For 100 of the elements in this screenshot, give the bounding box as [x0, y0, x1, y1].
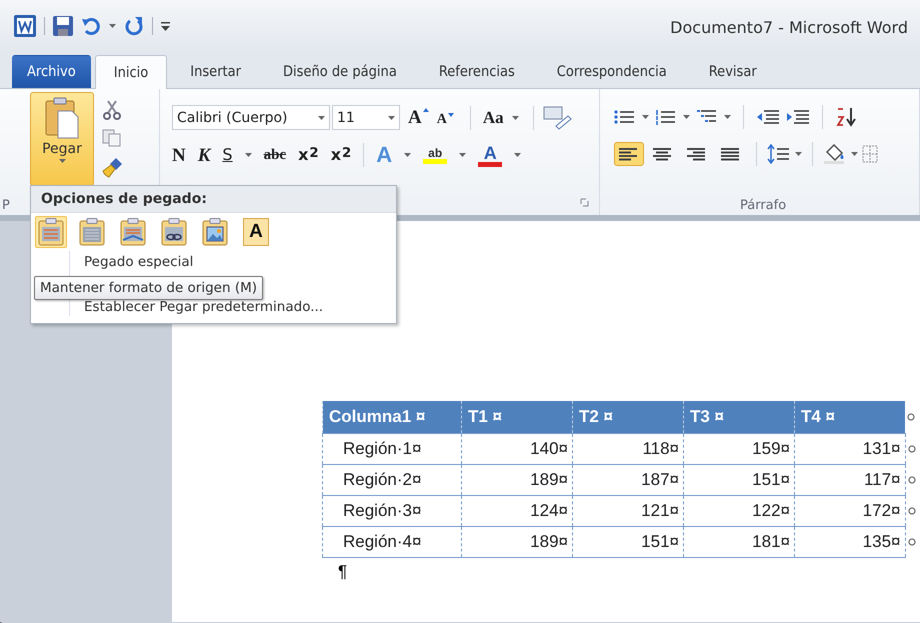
dropdown-arrow-icon[interactable] [724, 115, 731, 119]
ribbon-tab[interactable]: Diseño de página [264, 55, 416, 88]
increase-indent-icon[interactable] [786, 109, 810, 125]
dropdown-arrow-icon[interactable] [459, 153, 466, 157]
font-size-field[interactable]: 11 [332, 105, 400, 130]
font-family-field[interactable]: Calibri (Cuerpo) [172, 105, 330, 130]
table-header-cell: Columna1 ¤ [322, 401, 462, 434]
dropdown-arrow-icon[interactable] [683, 115, 690, 119]
borders-icon[interactable] [862, 145, 878, 163]
paintbrush-icon[interactable] [102, 156, 124, 178]
customize-menu-icon[interactable] [161, 21, 170, 31]
align-left-icon[interactable] [619, 146, 639, 162]
scissors-icon[interactable] [102, 100, 122, 120]
table-cell: 121¤ [572, 496, 684, 526]
align-left-button[interactable] [614, 142, 644, 166]
decrease-indent-icon[interactable] [756, 109, 780, 125]
change-case-button[interactable]: Aa [482, 109, 504, 126]
table-cell: 159¤ [684, 434, 794, 464]
table-cell: Región·4¤ [322, 526, 462, 558]
clear-formatting-icon[interactable] [542, 106, 572, 130]
row-end-mark-icon [908, 538, 916, 546]
shrink-font-button[interactable]: A [436, 112, 454, 126]
dropdown-arrow-icon[interactable] [851, 152, 858, 156]
superscript-button[interactable]: x$^{2}$ [330, 147, 352, 163]
dialog-launcher-icon[interactable] [580, 198, 589, 207]
paragraph-mark: ¶ [338, 562, 348, 581]
strikethrough-button[interactable]: abc [264, 148, 286, 162]
group-label: P [2, 198, 10, 213]
bold-button[interactable]: N [172, 146, 186, 164]
dropdown-arrow-icon[interactable] [514, 153, 522, 157]
dropdown-arrow-icon[interactable] [388, 116, 395, 120]
multilevel-list-icon[interactable] [696, 109, 718, 125]
dropdown-arrow-icon[interactable] [404, 153, 412, 157]
table-header-cell: T1 ¤ [462, 401, 572, 434]
down-arrow-icon [448, 112, 454, 116]
table-cell: Región·3¤ [322, 496, 462, 526]
clipboard-icon [45, 97, 79, 139]
table-cell: 172¤ [794, 496, 905, 526]
ribbon-tab[interactable]: Inicio [94, 55, 168, 89]
dropdown-arrow-icon[interactable] [642, 115, 649, 119]
table-cell: 118¤ [572, 434, 684, 464]
dropdown-arrow-icon[interactable] [109, 24, 116, 28]
menu-item[interactable]: Establecer Pegar predeterminado... [84, 299, 396, 315]
copy-icon[interactable] [102, 129, 122, 147]
redo-icon[interactable] [124, 16, 144, 36]
table-cell: 189¤ [462, 526, 572, 558]
tooltip: Mantener formato de origen (M) [34, 276, 264, 300]
sort-icon[interactable] [835, 107, 857, 127]
table-header-cell: T4 ¤ [794, 401, 905, 434]
row-end-mark-icon [908, 445, 916, 453]
dropdown-arrow-icon[interactable] [244, 153, 252, 157]
dropdown-arrow-icon[interactable] [512, 116, 519, 120]
table-header-cell: T3 ¤ [684, 401, 794, 434]
table-cell: Región·1¤ [322, 434, 462, 464]
up-arrow-icon [422, 108, 429, 112]
save-icon[interactable] [53, 16, 73, 36]
align-justify-icon[interactable] [721, 146, 741, 162]
table-cell: 151¤ [684, 464, 794, 496]
table-cell: 124¤ [462, 496, 572, 526]
paste-option-button[interactable]: A [240, 216, 272, 248]
table-cell: 131¤ [794, 434, 905, 464]
table-cell: 122¤ [684, 496, 794, 526]
row-end-mark-icon [908, 476, 916, 484]
word-logo-icon[interactable] [14, 15, 36, 37]
dropdown-arrow-icon[interactable] [318, 116, 325, 120]
dropdown-arrow-icon[interactable] [58, 159, 66, 163]
italic-button[interactable]: K [198, 146, 210, 164]
menu-item[interactable]: Pegado especial [84, 254, 396, 270]
line-spacing-icon[interactable] [767, 144, 791, 164]
underline-button[interactable]: S [222, 147, 233, 163]
window-title: Documento7 - Microsoft Word [670, 18, 908, 37]
ribbon-tab[interactable]: Referencias [420, 55, 534, 88]
table-cell: 151¤ [572, 526, 684, 558]
paint-bucket-icon[interactable] [823, 144, 847, 164]
row-end-mark-icon [908, 507, 916, 515]
menu-heading: Opciones de pegado: [41, 191, 207, 207]
table-cell: 140¤ [462, 434, 572, 464]
ribbon-tab[interactable]: Revisar [690, 55, 776, 88]
table-cell: 189¤ [462, 464, 572, 496]
font-color-button[interactable]: A [478, 144, 502, 166]
paste-button[interactable]: Pegar [30, 92, 94, 186]
numbering-icon[interactable] [655, 109, 677, 125]
group-label: Párrafo [740, 198, 786, 213]
highlight-button[interactable]: ab [423, 146, 448, 164]
ribbon-tab[interactable]: Insertar [171, 55, 260, 88]
ribbon-tab[interactable]: Archivo [12, 55, 91, 88]
align-right-icon[interactable] [687, 146, 707, 162]
grow-font-button[interactable]: A [408, 108, 429, 127]
table-cell: Región·2¤ [322, 464, 462, 496]
dropdown-arrow-icon[interactable] [795, 152, 802, 156]
ribbon-tab[interactable]: Correspondencia [538, 55, 686, 88]
bullets-icon[interactable] [614, 109, 636, 125]
row-end-mark-icon [907, 413, 915, 422]
table-header-cell: T2 ¤ [572, 401, 684, 434]
table-cell: 181¤ [684, 526, 794, 558]
table-cell: 117¤ [794, 464, 905, 496]
undo-icon[interactable] [81, 17, 101, 35]
table-cell: 187¤ [572, 464, 684, 496]
align-center-icon[interactable] [653, 146, 673, 162]
table-cell: 135¤ [794, 526, 905, 558]
